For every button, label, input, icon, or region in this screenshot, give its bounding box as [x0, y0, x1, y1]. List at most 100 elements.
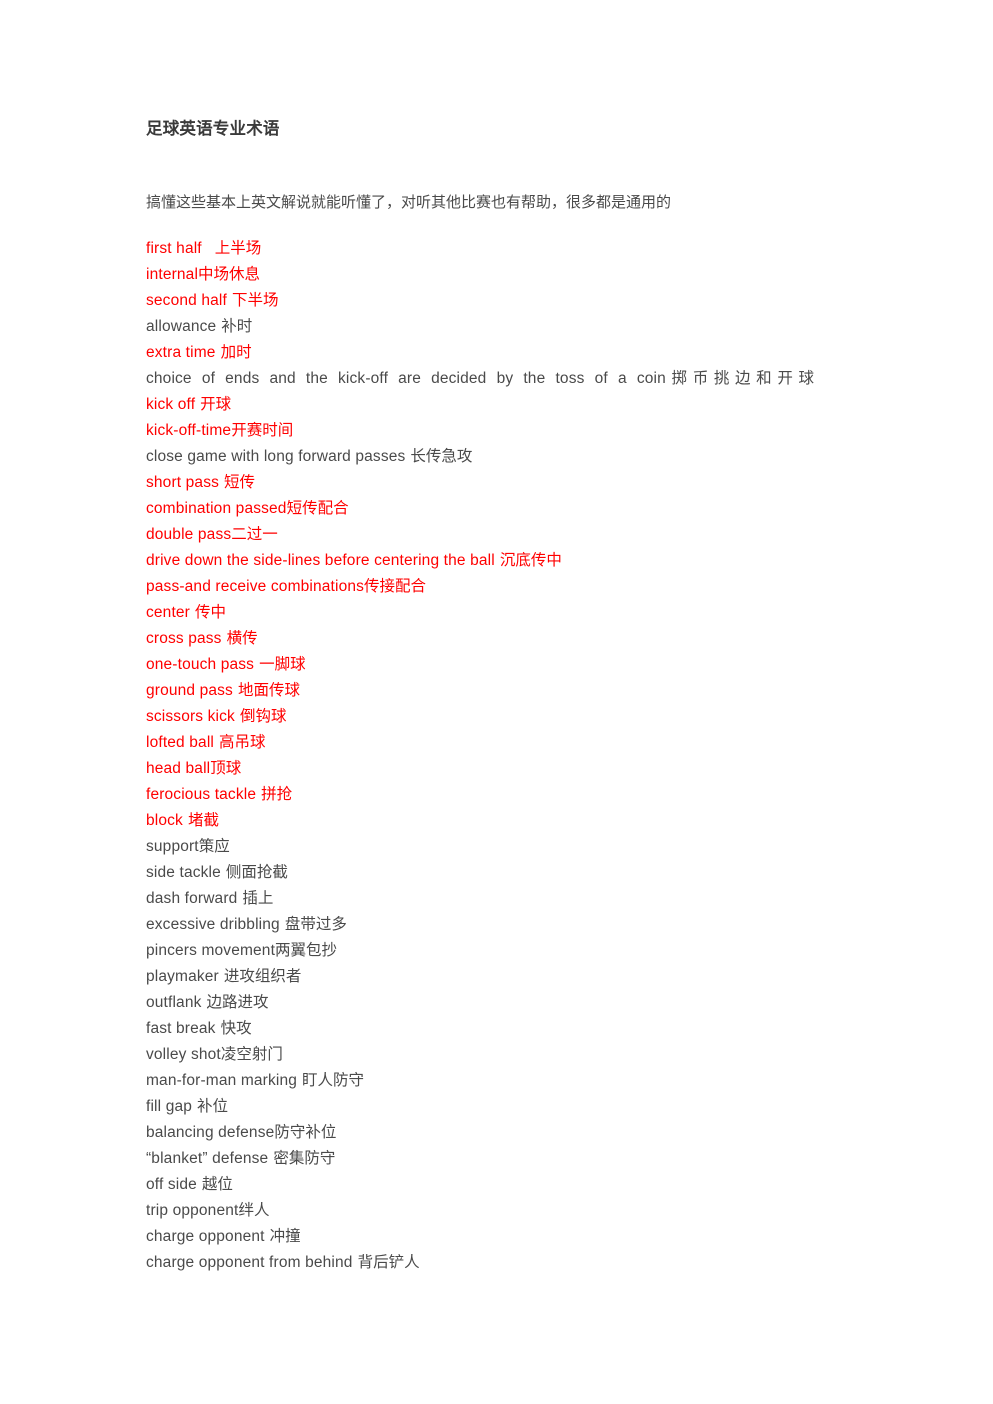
term-english: dash forward: [146, 890, 238, 907]
glossary-term-row: block 堵截: [146, 808, 814, 834]
glossary-term-row: man-for-man marking 盯人防守: [146, 1068, 814, 1094]
glossary-term-row: outflank 边路进攻: [146, 990, 814, 1016]
term-english: head ball: [146, 760, 211, 777]
term-english: first half: [146, 240, 202, 257]
glossary-term-row: trip opponent绊人: [146, 1198, 814, 1224]
term-chinese: 冲撞: [269, 1228, 301, 1245]
term-english: cross pass: [146, 630, 222, 647]
term-english: kick-off-time: [146, 422, 232, 439]
term-english: outflank: [146, 994, 202, 1011]
term-english: trip opponent: [146, 1202, 239, 1219]
term-chinese: 倒钩球: [239, 708, 287, 725]
term-english: combination passed: [146, 500, 287, 517]
glossary-term-row: kick off 开球: [146, 392, 814, 418]
term-chinese: 快攻: [220, 1020, 252, 1037]
term-chinese: 凌空射门: [220, 1046, 283, 1063]
term-english: extra time: [146, 344, 216, 361]
term-chinese: 顶球: [210, 760, 242, 777]
term-chinese: 高吊球: [219, 734, 266, 751]
term-english: lofted ball: [146, 734, 215, 751]
glossary-term-row: double pass二过一: [146, 522, 814, 548]
term-english: double pass: [146, 526, 232, 543]
glossary-term-row: pincers movement两翼包抄: [146, 938, 814, 964]
document-page: 足球英语专业术语 搞懂这些基本上英文解说就能听懂了，对听其他比赛也有帮助，很多都…: [0, 0, 993, 1404]
glossary-term-row: cross pass 横传: [146, 626, 814, 652]
term-english: volley shot: [146, 1046, 221, 1063]
glossary-term-row: internal中场休息: [146, 262, 814, 288]
glossary-term-row: charge opponent from behind 背后铲人: [146, 1250, 814, 1276]
term-chinese: 掷币挑边和开球: [665, 370, 814, 387]
glossary-term-row: side tackle 侧面抢截: [146, 860, 814, 886]
term-chinese: 背后铲人: [357, 1254, 420, 1271]
term-english: charge opponent: [146, 1228, 265, 1245]
glossary-term-row: center 传中: [146, 600, 814, 626]
term-chinese: 侧面抢截: [225, 864, 288, 881]
term-chinese: 地面传球: [237, 682, 300, 699]
glossary-term-row: ferocious tackle 拼抢: [146, 782, 814, 808]
glossary-term-row: first half 上半场: [146, 236, 814, 262]
term-english: kick off: [146, 396, 196, 413]
glossary-term-row: ground pass 地面传球: [146, 678, 814, 704]
term-english: fast break: [146, 1020, 216, 1037]
term-english: “blanket” defense: [146, 1150, 269, 1167]
term-chinese: 下半场: [231, 292, 279, 309]
term-english: side tackle: [146, 864, 221, 881]
term-english: center: [146, 604, 190, 621]
term-chinese: 中场休息: [198, 266, 261, 283]
glossary-term-row: extra time 加时: [146, 340, 814, 366]
term-chinese: 进攻组织者: [223, 968, 302, 985]
glossary-term-row: excessive dribbling 盘带过多: [146, 912, 814, 938]
glossary-term-row: close game with long forward passes 长传急攻: [146, 444, 814, 470]
term-chinese: 补时: [221, 318, 253, 335]
term-chinese: 绊人: [238, 1202, 270, 1219]
term-chinese: 传接配合: [364, 578, 427, 595]
term-chinese: 一脚球: [259, 656, 306, 673]
term-english: pass-and receive combinations: [146, 578, 365, 595]
glossary-term-row: volley shot凌空射门: [146, 1042, 814, 1068]
term-chinese: 传中: [194, 604, 226, 621]
term-english: excessive dribbling: [146, 916, 280, 933]
glossary-term-row: kick-off-time开赛时间: [146, 418, 814, 444]
term-chinese: 补位: [197, 1098, 229, 1115]
term-chinese: 盘带过多: [284, 916, 347, 933]
term-english: close game with long forward passes: [146, 448, 406, 465]
term-english: allowance: [146, 318, 217, 335]
glossary-term-row: playmaker 进攻组织者: [146, 964, 814, 990]
term-english: balancing defense: [146, 1124, 275, 1141]
term-english: scissors kick: [146, 708, 235, 725]
term-chinese: 长传急攻: [410, 448, 473, 465]
glossary-term-row: support策应: [146, 834, 814, 860]
glossary-list: first half 上半场 internal中场休息 second half 下半场 a…: [146, 236, 814, 1276]
page-title: 足球英语专业术语: [146, 120, 280, 138]
term-chinese: 拼抢: [261, 786, 293, 803]
term-english: playmaker: [146, 968, 219, 985]
glossary-term-row: combination passed短传配合: [146, 496, 814, 522]
term-english: short pass: [146, 474, 220, 491]
term-chinese: 横传: [226, 630, 258, 647]
term-english: second half: [146, 292, 227, 309]
glossary-term-row: scissors kick 倒钩球: [146, 704, 814, 730]
term-english: ferocious tackle: [146, 786, 257, 803]
glossary-term-row: lofted ball 高吊球: [146, 730, 814, 756]
glossary-term-row: fill gap 补位: [146, 1094, 814, 1120]
term-chinese: 二过一: [231, 526, 278, 543]
term-english: support: [146, 838, 199, 855]
term-chinese: 密集防守: [273, 1150, 336, 1167]
term-chinese: 开赛时间: [231, 422, 294, 439]
term-chinese: 两翼包抄: [275, 942, 338, 959]
term-chinese: 插上: [242, 890, 274, 907]
term-english: pincers movement: [146, 942, 276, 959]
term-chinese: 沉底传中: [499, 552, 562, 569]
term-english: man-for-man marking: [146, 1072, 298, 1089]
glossary-term-row: balancing defense防守补位: [146, 1120, 814, 1146]
glossary-term-row: second half 下半场: [146, 288, 814, 314]
glossary-term-row: choice of ends and the kick-off are deci…: [146, 366, 814, 392]
term-english: block: [146, 812, 183, 829]
glossary-term-row: drive down the side-lines before centeri…: [146, 548, 814, 574]
term-english: fill gap: [146, 1098, 193, 1115]
term-chinese: 越位: [201, 1176, 233, 1193]
glossary-term-row: charge opponent 冲撞: [146, 1224, 814, 1250]
document-content: 足球英语专业术语 搞懂这些基本上英文解说就能听懂了，对听其他比赛也有帮助，很多都…: [146, 118, 814, 1271]
term-english: internal: [146, 266, 199, 283]
term-english: drive down the side-lines before centeri…: [146, 552, 495, 569]
